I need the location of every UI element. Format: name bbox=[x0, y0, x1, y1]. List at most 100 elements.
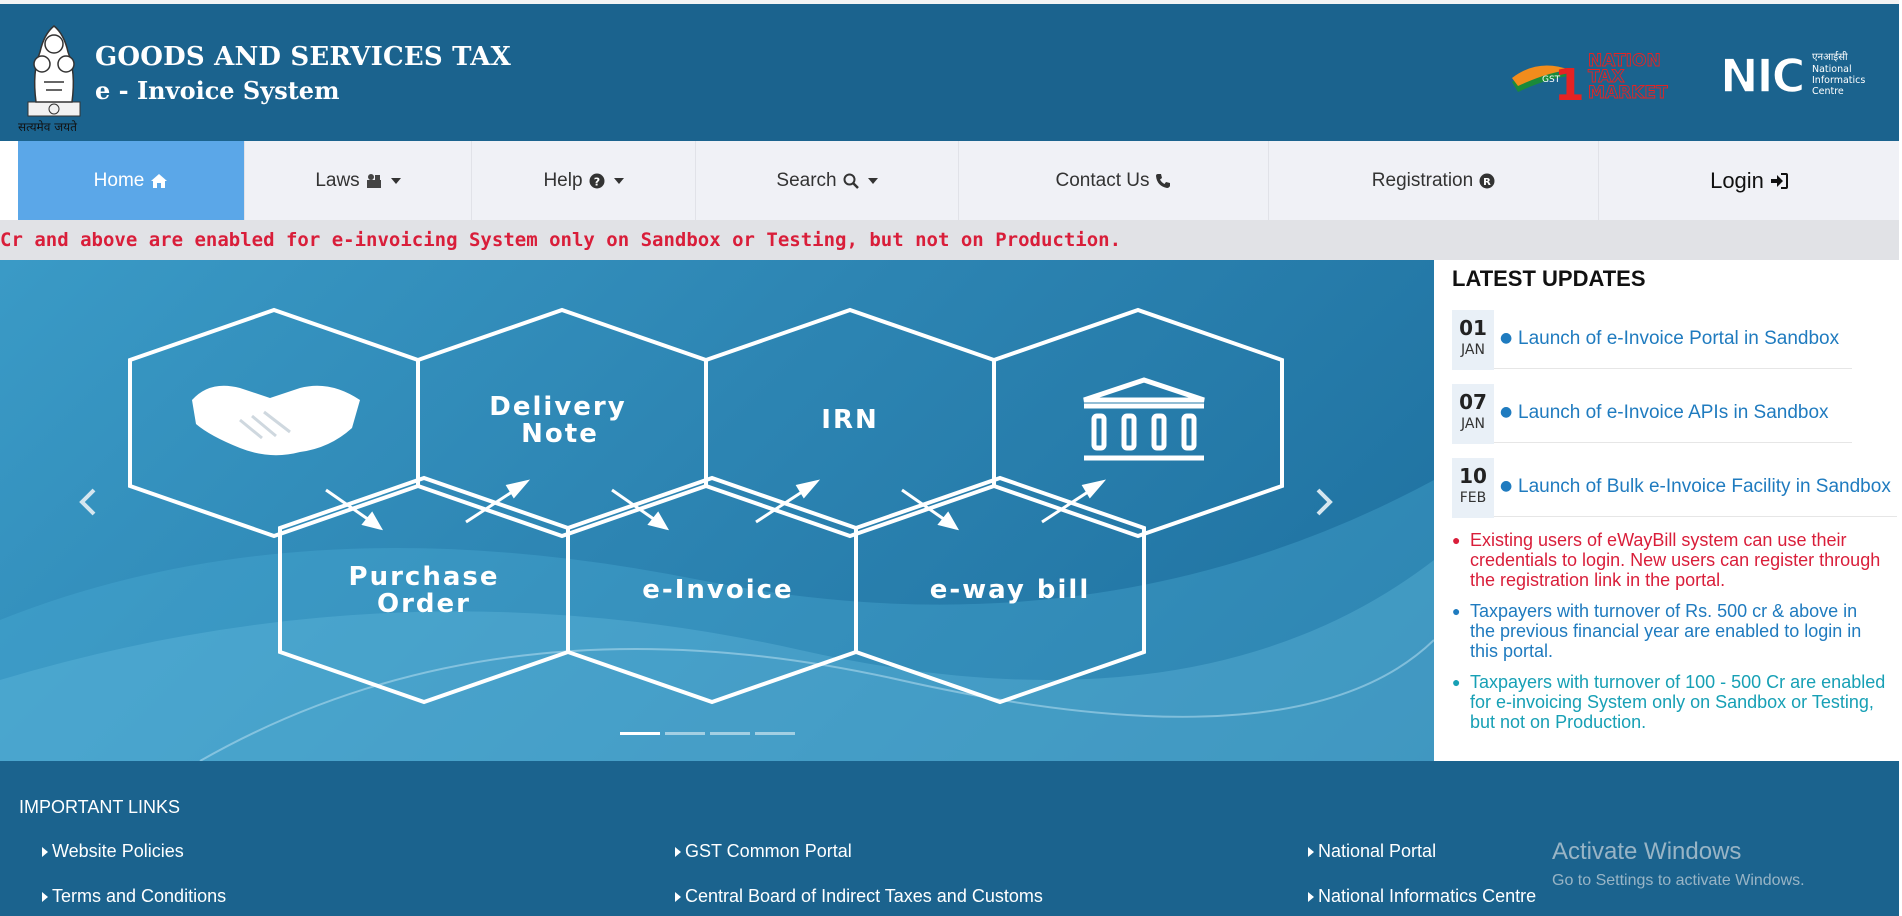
site-subtitle: e - Invoice System bbox=[95, 76, 340, 105]
nav-registration[interactable]: Registration R bbox=[1269, 141, 1599, 220]
main-navbar: Home Laws Help ? Search Contact Us Regis… bbox=[18, 141, 1899, 220]
handshake-icon bbox=[192, 385, 360, 456]
update-link[interactable]: Launch of Bulk e-Invoice Facility in San… bbox=[1518, 476, 1891, 498]
label-delivery-line1: Delivery bbox=[489, 392, 626, 422]
bullet-icon: ● bbox=[1500, 404, 1513, 420]
label-irn: IRN bbox=[821, 405, 878, 435]
update-day: 01 bbox=[1459, 316, 1487, 340]
caret-right-icon bbox=[42, 847, 48, 858]
image-carousel: Delivery Note IRN Purchase Order e-Invoi… bbox=[0, 260, 1434, 761]
emblem-motto: सत्यमेव जयते bbox=[18, 120, 77, 134]
nav-search-label: Search bbox=[776, 169, 837, 191]
bullet-icon: ● bbox=[1500, 330, 1513, 346]
caret-right-icon bbox=[1308, 847, 1314, 858]
carousel-indicator-1 bbox=[620, 732, 660, 735]
label-eway-bill: e-way bill bbox=[930, 575, 1091, 605]
nic-logo[interactable]: NIC एनआईसी National Informatics Centre bbox=[1720, 50, 1878, 100]
label-einvoice: e-Invoice bbox=[642, 575, 793, 605]
windows-activation-watermark: Activate Windows Go to Settings to activ… bbox=[1552, 838, 1805, 890]
chevron-down-icon bbox=[867, 177, 878, 184]
sign-in-icon bbox=[1770, 172, 1788, 189]
footer-link-gst-portal[interactable]: GST Common Portal bbox=[675, 841, 852, 862]
notice-turnover-500: ● Taxpayers with turnover of Rs. 500 cr … bbox=[1452, 601, 1892, 661]
announcement-text: Cr and above are enabled for e-invoicing… bbox=[0, 229, 1122, 251]
nav-login[interactable]: Login bbox=[1599, 141, 1899, 220]
watermark-subtitle: Go to Settings to activate Windows. bbox=[1552, 872, 1805, 889]
notice-line: this portal. bbox=[1470, 641, 1554, 661]
important-links-heading: IMPORTANT LINKS bbox=[19, 797, 181, 817]
footer-link-terms[interactable]: Terms and Conditions bbox=[42, 886, 226, 907]
update-month: JAN bbox=[1461, 416, 1485, 432]
bullet-icon: ● bbox=[1452, 532, 1461, 548]
question-circle-icon: ? bbox=[589, 173, 605, 188]
gst-logo-market: MARKET bbox=[1588, 83, 1668, 102]
notice-existing-users: ● Existing users of eWayBill system can … bbox=[1452, 530, 1892, 590]
latest-updates-heading: LATEST UPDATES bbox=[1452, 266, 1646, 291]
bullet-icon: ● bbox=[1500, 478, 1513, 494]
nav-search[interactable]: Search bbox=[696, 141, 959, 220]
carousel-indicator-4 bbox=[755, 732, 795, 735]
notice-line: the previous financial year are enabled … bbox=[1470, 621, 1862, 641]
notice-line: for e-invoicing System only on Sandbox o… bbox=[1470, 692, 1874, 712]
update-link[interactable]: Launch of e-Invoice APIs in Sandbox bbox=[1518, 402, 1829, 424]
nav-registration-label: Registration bbox=[1371, 169, 1474, 191]
footer-link-cbic[interactable]: Central Board of Indirect Taxes and Cust… bbox=[675, 886, 1043, 907]
footer-link-nic[interactable]: National Informatics Centre bbox=[1308, 886, 1536, 907]
chevron-left-icon bbox=[79, 488, 96, 516]
update-date: 07 JAN bbox=[1452, 384, 1494, 444]
notice-line: Taxpayers with turnover of Rs. 500 cr & … bbox=[1470, 601, 1858, 621]
gst-logo-one: 1 bbox=[1554, 60, 1585, 102]
home-icon bbox=[151, 173, 168, 188]
update-item: 10 FEB ● Launch of Bulk e-Invoice Facili… bbox=[1452, 456, 1897, 518]
latest-updates-panel: LATEST UPDATES 01 JAN ● Launch of e-Invo… bbox=[1434, 260, 1899, 761]
nav-home[interactable]: Home bbox=[18, 141, 245, 220]
nic-logo-hindi: एनआईसी bbox=[1812, 51, 1848, 63]
search-icon bbox=[843, 173, 859, 189]
footer-link-label: Website Policies bbox=[52, 841, 184, 861]
watermark-title: Activate Windows bbox=[1552, 838, 1742, 865]
svg-text:R: R bbox=[1483, 177, 1491, 188]
footer-link-national-portal[interactable]: National Portal bbox=[1308, 841, 1436, 862]
nav-login-label: Login bbox=[1710, 167, 1764, 193]
notice-turnover-100-500: ● Taxpayers with turnover of 100 - 500 C… bbox=[1452, 672, 1892, 732]
update-item: 01 JAN ● Launch of e-Invoice Portal in S… bbox=[1452, 308, 1852, 370]
nav-laws-label: Laws bbox=[315, 169, 360, 191]
phone-icon bbox=[1156, 173, 1171, 188]
nav-contact-label: Contact Us bbox=[1055, 169, 1150, 191]
nic-logo-informatics: Informatics bbox=[1812, 75, 1865, 86]
caret-right-icon bbox=[675, 892, 681, 903]
carousel-indicator-2 bbox=[665, 732, 705, 735]
update-link[interactable]: Launch of e-Invoice Portal in Sandbox bbox=[1518, 328, 1839, 350]
nic-logo-national: National bbox=[1812, 64, 1852, 75]
update-item: 07 JAN ● Launch of e-Invoice APIs in San… bbox=[1452, 382, 1852, 444]
nav-laws[interactable]: Laws bbox=[245, 141, 472, 220]
chevron-right-icon bbox=[1316, 488, 1333, 516]
update-day: 07 bbox=[1459, 390, 1487, 414]
nav-help-label: Help bbox=[543, 169, 583, 191]
footer-link-website-policies[interactable]: Website Policies bbox=[42, 841, 184, 862]
site-header: सत्यमेव जयते GOODS AND SERVICES TAX e - … bbox=[0, 0, 1899, 141]
caret-right-icon bbox=[1308, 892, 1314, 903]
notice-line: credentials to login. New users can regi… bbox=[1470, 550, 1881, 570]
notice-line: Taxpayers with turnover of 100 - 500 Cr … bbox=[1470, 672, 1886, 692]
chevron-down-icon bbox=[613, 177, 624, 184]
update-month: FEB bbox=[1459, 490, 1487, 506]
nic-logo-letters: NIC bbox=[1720, 50, 1803, 100]
nav-help[interactable]: Help ? bbox=[472, 141, 696, 220]
update-day: 10 bbox=[1459, 464, 1487, 488]
caret-right-icon bbox=[675, 847, 681, 858]
bullet-icon: ● bbox=[1452, 674, 1461, 690]
notice-line: the registration link in the portal. bbox=[1470, 570, 1726, 590]
law-book-icon bbox=[366, 173, 381, 188]
svg-text:?: ? bbox=[593, 175, 599, 188]
label-delivery-line2: Note bbox=[521, 419, 599, 449]
nic-logo-centre: Centre bbox=[1812, 86, 1844, 97]
update-date: 01 JAN bbox=[1452, 310, 1494, 370]
footer-link-label: Terms and Conditions bbox=[52, 886, 227, 906]
carousel-indicator-3 bbox=[710, 732, 750, 735]
update-month: JAN bbox=[1461, 342, 1485, 358]
carousel-slide: Delivery Note IRN Purchase Order e-Invoi… bbox=[0, 307, 1434, 761]
nav-contact[interactable]: Contact Us bbox=[959, 141, 1269, 220]
notice-line: but not on Production. bbox=[1470, 712, 1647, 732]
gst-one-nation-logo[interactable]: GST 1 NATION TAX MARKET bbox=[1508, 48, 1708, 102]
